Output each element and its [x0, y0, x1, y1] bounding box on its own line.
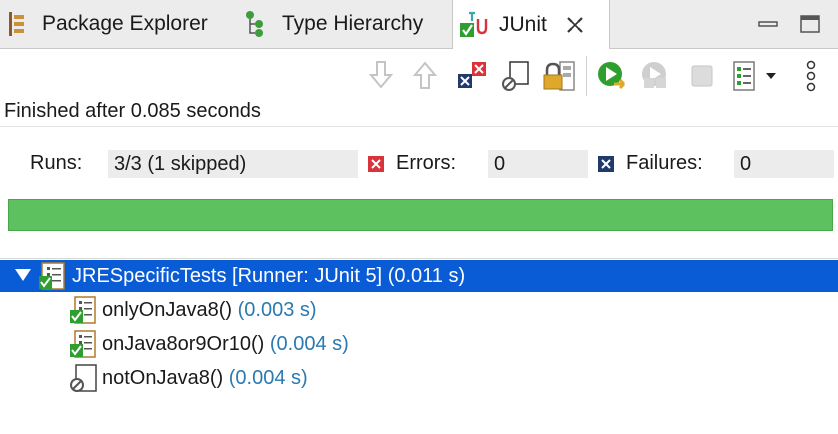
tree-item-name: JRESpecificTests [Runner: JUnit 5] — [72, 264, 383, 287]
tab-package-explorer[interactable]: Package Explorer — [6, 0, 208, 48]
test-run-history-icon — [733, 61, 776, 91]
failures-icon — [598, 155, 614, 178]
tree-item-name: notOnJava8() — [102, 366, 224, 389]
runs-value: 3/3 (1 skipped) — [108, 150, 358, 178]
previous-failure-icon — [412, 61, 438, 89]
divider — [0, 258, 838, 259]
close-icon[interactable] — [565, 15, 585, 35]
scroll-lock-button[interactable] — [542, 60, 576, 97]
divider — [0, 126, 838, 127]
view-menu-button[interactable] — [804, 60, 818, 97]
tree-item-time: (0.011 s) — [387, 264, 466, 287]
rerun-test-button[interactable] — [596, 60, 630, 97]
tab-label: Type Hierarchy — [282, 12, 424, 35]
tree-item-test[interactable]: onJava8or9Or10() (0.004 s) — [68, 328, 349, 360]
test-passed-icon — [68, 329, 98, 359]
tree-item-time: (0.004 s) — [228, 366, 308, 389]
minimize-icon — [758, 21, 778, 27]
scroll-lock-icon — [543, 61, 575, 91]
next-failure-icon — [368, 61, 394, 89]
tab-label: JUnit — [499, 12, 547, 36]
previous-failure-button[interactable] — [412, 60, 438, 95]
errors-value: 0 — [488, 150, 588, 178]
run-status-text: Finished after 0.085 seconds — [4, 100, 261, 122]
show-failures-only-icon — [458, 62, 486, 88]
errors-icon — [368, 155, 384, 178]
tab-label: Package Explorer — [42, 12, 208, 35]
maximize-icon — [800, 15, 820, 33]
tree-item-name: onJava8or9Or10() — [102, 332, 265, 355]
tree-item-time: (0.003 s) — [237, 298, 317, 321]
stop-icon — [691, 65, 713, 87]
tab-junit[interactable]: JUnit — [452, 0, 610, 49]
failures-label: Failures: — [626, 152, 703, 174]
view-tab-bar: Package Explorer Type Hierarchy JUnit — [0, 0, 838, 49]
tree-item-test[interactable]: onlyOnJava8() (0.003 s) — [68, 294, 317, 326]
test-skipped-icon — [68, 363, 98, 393]
errors-label: Errors: — [396, 152, 456, 174]
package-explorer-icon — [6, 11, 28, 37]
tab-type-hierarchy[interactable]: Type Hierarchy — [244, 0, 423, 48]
test-progress-bar — [8, 199, 833, 231]
failures-value: 0 — [734, 150, 834, 178]
test-passed-icon — [68, 295, 98, 325]
show-skipped-only-icon — [502, 61, 529, 91]
view-menu-icon — [806, 60, 816, 92]
toolbar-separator — [586, 56, 587, 96]
minimize-button[interactable] — [758, 14, 778, 39]
expand-arrow-icon[interactable] — [14, 265, 34, 288]
rerun-failed-first-icon — [642, 62, 666, 88]
show-skipped-only-button[interactable] — [500, 60, 532, 97]
type-hierarchy-icon — [244, 10, 266, 38]
rerun-test-icon — [598, 62, 626, 90]
test-run-history-button[interactable] — [732, 60, 778, 97]
next-failure-button[interactable] — [368, 60, 394, 95]
runs-label: Runs: — [30, 152, 83, 174]
tree-item-test[interactable]: notOnJava8() (0.004 s) — [68, 362, 308, 394]
tree-item-time: (0.004 s) — [269, 332, 349, 355]
tree-root-suite[interactable]: JRESpecificTests [Runner: JUnit 5] (0.01… — [0, 260, 838, 292]
show-failures-only-button[interactable] — [456, 60, 488, 97]
junit-icon — [459, 11, 489, 39]
test-suite-passed-icon — [38, 261, 68, 291]
rerun-failed-first-button[interactable] — [640, 60, 674, 97]
stop-button[interactable] — [690, 64, 714, 93]
tree-item-name: onlyOnJava8() — [102, 298, 233, 321]
maximize-button[interactable] — [800, 14, 820, 39]
